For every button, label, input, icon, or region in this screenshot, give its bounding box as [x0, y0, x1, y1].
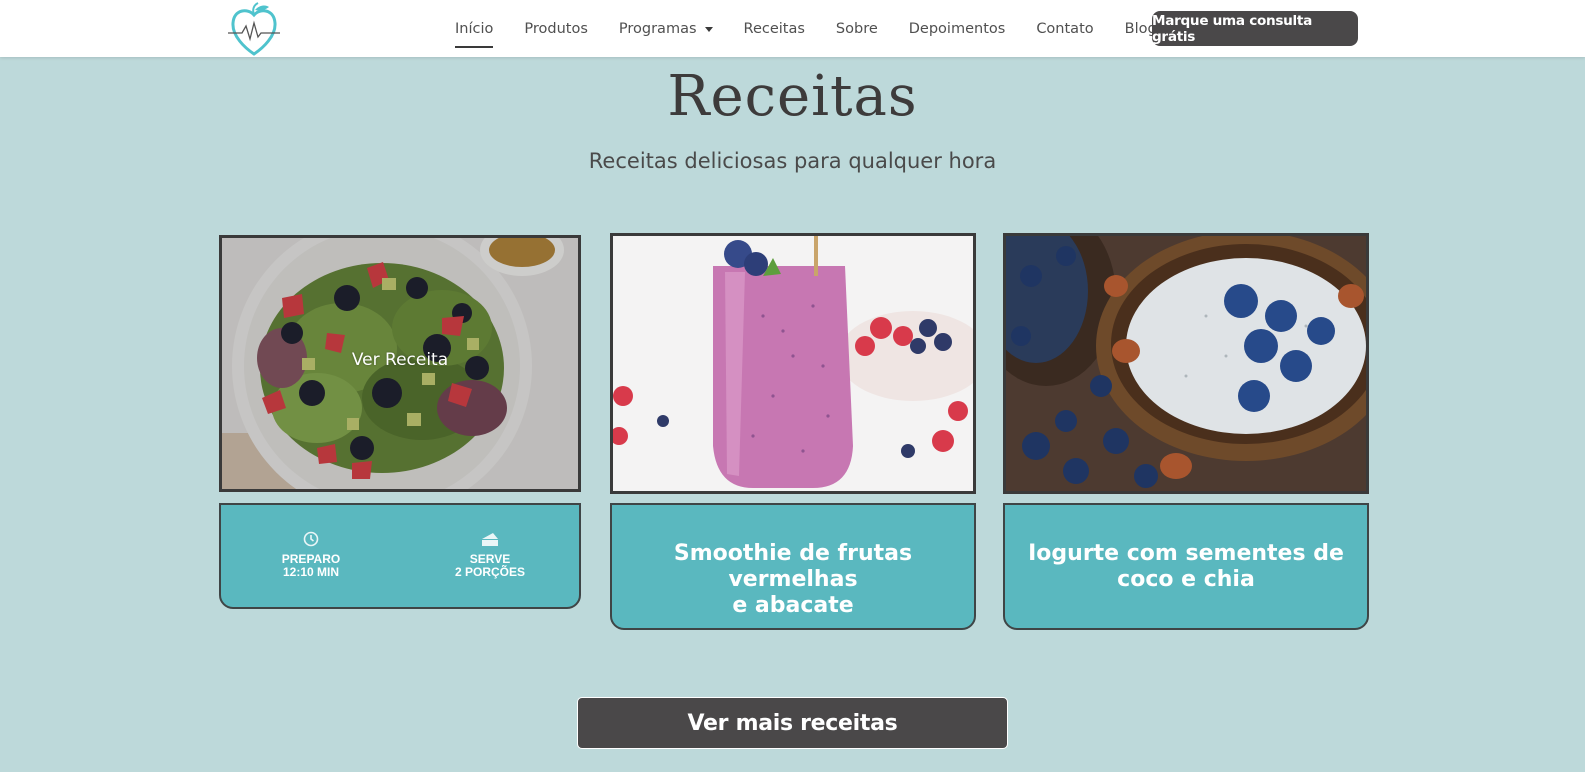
chevron-down-icon — [704, 27, 713, 32]
recipe-title-line: Iogurte com sementes de — [1028, 541, 1344, 566]
nav-item-inicio[interactable]: Início — [455, 0, 494, 57]
more-recipes-button[interactable]: Ver mais receitas — [577, 697, 1008, 749]
view-recipe-link[interactable]: Ver Receita — [222, 350, 578, 370]
recipe-title-line: coco e chia — [1117, 567, 1255, 592]
prep-value: 12:10 MIN — [282, 565, 340, 579]
cake-icon — [482, 533, 498, 546]
prep-time: PREPARO 12:10 MIN — [251, 531, 371, 579]
recipe-card-info-salad: PREPARO 12:10 MIN SERVE 2 PORÇÕES — [219, 503, 581, 609]
nav-label: Depoimentos — [908, 20, 1006, 37]
recipe-title[interactable]: Iogurte com sementes de coco e chia — [1005, 541, 1367, 593]
smoothie-photo[interactable] — [610, 233, 976, 494]
nav-item-sobre[interactable]: Sobre — [836, 0, 878, 57]
page-title: Receitas — [667, 64, 918, 129]
nav-label: Contato — [1036, 20, 1094, 37]
recipe-card-info-smoothie: Smoothie de frutas vermelhas e abacate — [610, 503, 976, 630]
servings: SERVE 2 PORÇÕES — [430, 531, 550, 579]
serve-value: 2 PORÇÕES — [454, 565, 526, 579]
page-subtitle: Receitas deliciosas para qualquer hora — [588, 149, 997, 173]
nav-item-contato[interactable]: Contato — [1036, 0, 1093, 57]
nav-item-produtos[interactable]: Produtos — [524, 0, 588, 57]
nav-label: Receitas — [743, 20, 805, 37]
nav-item-depoimentos[interactable]: Depoimentos — [909, 0, 1006, 57]
nav-item-programas[interactable]: Programas — [619, 0, 713, 57]
chia-pudding-photo[interactable] — [1003, 233, 1369, 494]
nav-item-receitas[interactable]: Receitas — [744, 0, 805, 57]
site-header: Início Produtos Programas Receitas Sobre… — [0, 0, 1585, 57]
nav-label: Programas — [618, 20, 697, 37]
nav-label: Produtos — [524, 20, 588, 37]
recipe-title-line: e abacate — [732, 593, 854, 618]
book-consultation-button[interactable]: Marque uma consulta grátis — [1152, 11, 1358, 46]
nav-label: Sobre — [835, 20, 878, 37]
recipe-title[interactable]: Smoothie de frutas vermelhas e abacate — [612, 541, 974, 619]
recipe-card-info-chia: Iogurte com sementes de coco e chia — [1003, 503, 1369, 630]
main-nav: Início Produtos Programas Receitas Sobre… — [455, 0, 1188, 57]
nav-label: Início — [455, 20, 494, 37]
logo-icon[interactable] — [228, 2, 280, 56]
clock-icon — [303, 531, 319, 547]
salad-photo[interactable]: Ver Receita — [219, 235, 581, 492]
recipe-title-line: Smoothie de frutas vermelhas — [673, 541, 913, 592]
